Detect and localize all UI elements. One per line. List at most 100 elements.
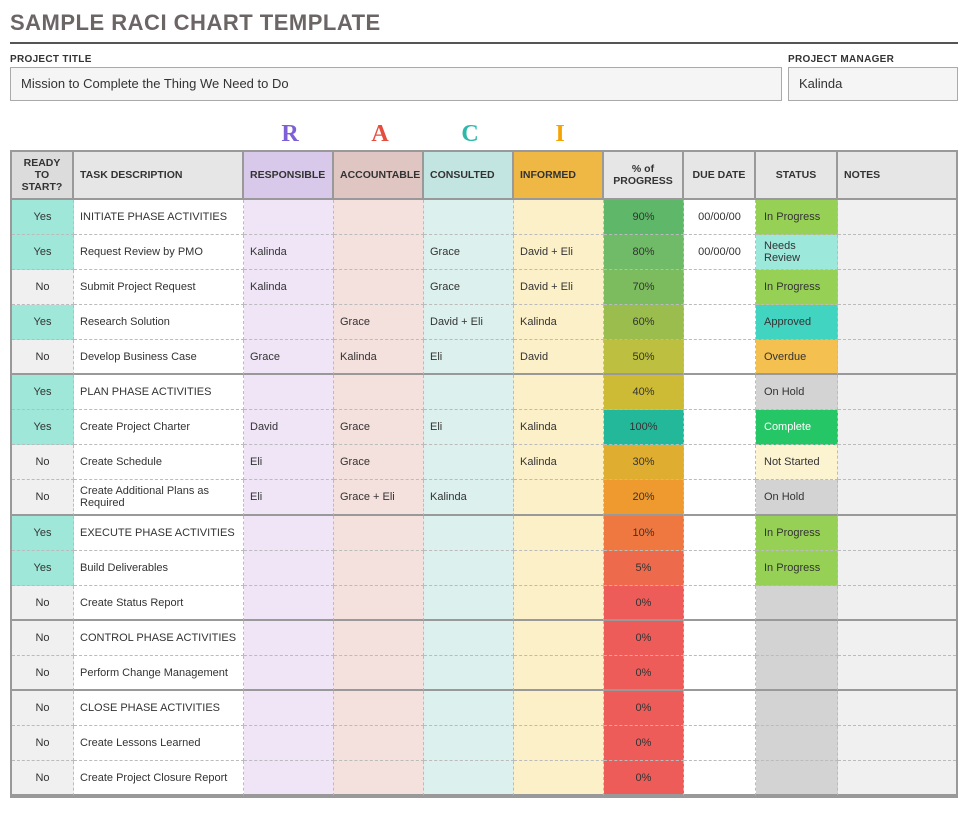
ready-cell[interactable]: No (12, 761, 74, 796)
accountable-cell[interactable] (334, 270, 424, 305)
accountable-cell[interactable]: Kalinda (334, 340, 424, 375)
consulted-cell[interactable] (424, 761, 514, 796)
accountable-cell[interactable] (334, 656, 424, 691)
responsible-cell[interactable] (244, 586, 334, 621)
consulted-cell[interactable] (424, 656, 514, 691)
consulted-cell[interactable] (424, 726, 514, 761)
notes-cell[interactable] (838, 761, 956, 796)
responsible-cell[interactable]: Kalinda (244, 235, 334, 270)
task-cell[interactable]: Research Solution (74, 305, 244, 340)
task-cell[interactable]: Create Project Closure Report (74, 761, 244, 796)
task-cell[interactable]: CONTROL PHASE ACTIVITIES (74, 621, 244, 656)
notes-cell[interactable] (838, 200, 956, 235)
accountable-cell[interactable]: Grace (334, 445, 424, 480)
accountable-cell[interactable]: Grace + Eli (334, 480, 424, 516)
task-cell[interactable]: EXECUTE PHASE ACTIVITIES (74, 516, 244, 551)
informed-cell[interactable] (514, 656, 604, 691)
notes-cell[interactable] (838, 480, 956, 516)
status-cell[interactable]: Overdue (756, 340, 838, 375)
notes-cell[interactable] (838, 410, 956, 445)
notes-cell[interactable] (838, 691, 956, 726)
accountable-cell[interactable] (334, 586, 424, 621)
consulted-cell[interactable] (424, 375, 514, 410)
progress-cell[interactable]: 0% (604, 656, 684, 691)
progress-cell[interactable]: 10% (604, 516, 684, 551)
informed-cell[interactable] (514, 551, 604, 586)
task-cell[interactable]: Develop Business Case (74, 340, 244, 375)
task-cell[interactable]: Submit Project Request (74, 270, 244, 305)
informed-cell[interactable] (514, 761, 604, 796)
due-cell[interactable] (684, 586, 756, 621)
progress-cell[interactable]: 5% (604, 551, 684, 586)
informed-cell[interactable] (514, 586, 604, 621)
accountable-cell[interactable] (334, 761, 424, 796)
task-cell[interactable]: Build Deliverables (74, 551, 244, 586)
progress-cell[interactable]: 0% (604, 761, 684, 796)
status-cell[interactable] (756, 726, 838, 761)
accountable-cell[interactable] (334, 726, 424, 761)
progress-cell[interactable]: 0% (604, 586, 684, 621)
informed-cell[interactable] (514, 516, 604, 551)
responsible-cell[interactable] (244, 691, 334, 726)
consulted-cell[interactable]: Eli (424, 340, 514, 375)
progress-cell[interactable]: 60% (604, 305, 684, 340)
ready-cell[interactable]: Yes (12, 516, 74, 551)
status-cell[interactable] (756, 691, 838, 726)
task-cell[interactable]: Create Schedule (74, 445, 244, 480)
ready-cell[interactable]: No (12, 340, 74, 375)
informed-cell[interactable]: David + Eli (514, 235, 604, 270)
due-cell[interactable] (684, 621, 756, 656)
due-cell[interactable] (684, 691, 756, 726)
progress-cell[interactable]: 40% (604, 375, 684, 410)
task-cell[interactable]: Create Lessons Learned (74, 726, 244, 761)
notes-cell[interactable] (838, 375, 956, 410)
due-cell[interactable] (684, 726, 756, 761)
progress-cell[interactable]: 90% (604, 200, 684, 235)
informed-cell[interactable] (514, 200, 604, 235)
notes-cell[interactable] (838, 340, 956, 375)
informed-cell[interactable]: Kalinda (514, 445, 604, 480)
status-cell[interactable]: On Hold (756, 480, 838, 516)
accountable-cell[interactable] (334, 516, 424, 551)
status-cell[interactable]: In Progress (756, 200, 838, 235)
consulted-cell[interactable] (424, 516, 514, 551)
ready-cell[interactable]: No (12, 656, 74, 691)
informed-cell[interactable] (514, 726, 604, 761)
status-cell[interactable] (756, 621, 838, 656)
progress-cell[interactable]: 50% (604, 340, 684, 375)
consulted-cell[interactable] (424, 551, 514, 586)
consulted-cell[interactable] (424, 586, 514, 621)
task-cell[interactable]: Create Status Report (74, 586, 244, 621)
responsible-cell[interactable] (244, 200, 334, 235)
ready-cell[interactable]: No (12, 480, 74, 516)
progress-cell[interactable]: 0% (604, 691, 684, 726)
progress-cell[interactable]: 0% (604, 621, 684, 656)
status-cell[interactable] (756, 586, 838, 621)
ready-cell[interactable]: Yes (12, 200, 74, 235)
due-cell[interactable]: 00/00/00 (684, 200, 756, 235)
task-cell[interactable]: Create Project Charter (74, 410, 244, 445)
accountable-cell[interactable] (334, 691, 424, 726)
ready-cell[interactable]: Yes (12, 235, 74, 270)
due-cell[interactable] (684, 375, 756, 410)
informed-cell[interactable]: Kalinda (514, 305, 604, 340)
responsible-cell[interactable] (244, 656, 334, 691)
informed-cell[interactable] (514, 480, 604, 516)
status-cell[interactable]: In Progress (756, 270, 838, 305)
progress-cell[interactable]: 70% (604, 270, 684, 305)
notes-cell[interactable] (838, 516, 956, 551)
ready-cell[interactable]: Yes (12, 551, 74, 586)
consulted-cell[interactable] (424, 445, 514, 480)
status-cell[interactable] (756, 656, 838, 691)
responsible-cell[interactable] (244, 621, 334, 656)
progress-cell[interactable]: 30% (604, 445, 684, 480)
due-cell[interactable] (684, 270, 756, 305)
consulted-cell[interactable]: Grace (424, 235, 514, 270)
responsible-cell[interactable]: Eli (244, 480, 334, 516)
accountable-cell[interactable]: Grace (334, 410, 424, 445)
accountable-cell[interactable]: Grace (334, 305, 424, 340)
status-cell[interactable]: Complete (756, 410, 838, 445)
task-cell[interactable]: PLAN PHASE ACTIVITIES (74, 375, 244, 410)
accountable-cell[interactable] (334, 235, 424, 270)
status-cell[interactable]: In Progress (756, 516, 838, 551)
